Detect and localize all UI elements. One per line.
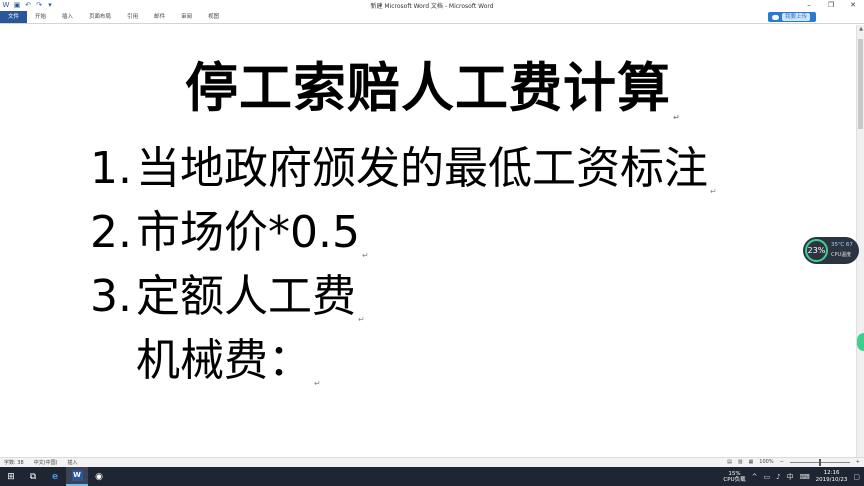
network-icon[interactable]: ▭: [763, 473, 770, 481]
minimize-icon[interactable]: –: [798, 0, 820, 11]
list-number: 2.: [90, 207, 132, 258]
list-text: 定额人工费: [136, 271, 356, 322]
window-title: 新建 Microsoft Word 文档 - Microsoft Word: [370, 3, 494, 10]
task-view-icon: ⧉: [29, 471, 37, 482]
paragraph-mark-icon: ↵: [361, 251, 369, 260]
word-taskbar-button[interactable]: W: [66, 467, 88, 486]
tab-home[interactable]: 开始: [27, 11, 54, 23]
cpu-temperature-widget[interactable]: 23% 35℃ 67 CPU温度: [803, 237, 859, 264]
clock-time: 12:16: [823, 469, 840, 476]
list-item[interactable]: 3.定额人工费 ↵: [90, 260, 365, 324]
scroll-thumb[interactable]: [858, 39, 863, 129]
cpu-load[interactable]: 15% CPU负载: [723, 471, 745, 483]
paragraph-mark-icon: ↵: [314, 379, 321, 388]
ribbon: 文件 开始 插入 页面布局 引用 邮件 审阅 视图 我要上传: [0, 11, 864, 24]
tray-overflow-icon[interactable]: ^: [752, 473, 758, 481]
paragraph-mark-icon: ↵: [358, 315, 365, 324]
web-layout-icon[interactable]: ▦: [749, 459, 754, 465]
close-icon[interactable]: ✕: [842, 0, 864, 11]
tab-mailings[interactable]: 邮件: [146, 11, 173, 23]
notification-icon[interactable]: ▢: [853, 473, 860, 481]
side-widget-tab[interactable]: [857, 333, 864, 351]
edge-button[interactable]: e: [44, 467, 66, 486]
list-text: 机械费：: [136, 335, 312, 386]
zoom-level[interactable]: 100%: [759, 459, 773, 465]
list-item[interactable]: 1.当地政府颁发的最低工资标注 ↵: [90, 132, 717, 196]
zoom-slider[interactable]: [789, 458, 850, 466]
full-screen-reading-icon[interactable]: ▥: [738, 459, 743, 465]
volume-icon[interactable]: ♪: [776, 473, 780, 481]
tab-insert[interactable]: 插入: [54, 11, 81, 23]
word-count[interactable]: 字数: 38: [4, 459, 24, 466]
cpu-usage-percent: 23%: [805, 239, 828, 262]
vertical-scrollbar[interactable]: ▲: [856, 25, 864, 457]
zoom-out-icon[interactable]: −: [780, 459, 784, 465]
print-layout-icon[interactable]: ▤: [727, 459, 732, 465]
windows-icon: ⊞: [7, 471, 15, 482]
tab-references[interactable]: 引用: [119, 11, 146, 23]
upload-button[interactable]: 我要上传: [768, 12, 816, 22]
zoom-in-icon[interactable]: +: [856, 459, 860, 465]
cpu-load-label: CPU负载: [723, 476, 746, 483]
list-number: 1.: [90, 143, 132, 194]
tab-review[interactable]: 审阅: [173, 11, 200, 23]
title-bar: W ▣ ↶ ↷ ▾ 新建 Microsoft Word 文档 - Microso…: [0, 0, 864, 11]
edge-icon: e: [51, 471, 59, 482]
cpu-temperature-label: CPU温度: [831, 252, 852, 258]
upload-label: 我要上传: [782, 13, 811, 21]
task-view-button[interactable]: ⧉: [22, 467, 44, 486]
tab-page-layout[interactable]: 页面布局: [81, 11, 119, 23]
list-item[interactable]: 2.市场价*0.5 ↵: [90, 196, 369, 260]
taskbar: ⊞ ⧉ e W ◉ 15% CPU负载 ^ ▭ ♪ 中 ⌨ 12:16 2019…: [0, 467, 864, 486]
recorder-button[interactable]: ◉: [88, 467, 110, 486]
status-bar: 字数: 38 中文(中国) 插入 ▤ ▥ ▦ 100% − +: [0, 457, 864, 467]
start-button[interactable]: ⊞: [0, 467, 22, 486]
window-controls: – ❐ ✕: [798, 0, 864, 11]
language-indicator[interactable]: 中文(中国): [34, 459, 58, 466]
cloud-icon: [772, 14, 779, 20]
paragraph-mark-icon: ↵: [673, 113, 681, 122]
list-number: 3.: [90, 271, 132, 322]
document-title[interactable]: 停工索赔人工费计算 ↵: [185, 46, 681, 122]
tab-file[interactable]: 文件: [0, 11, 28, 23]
clock-date: 2019/10/23: [815, 476, 848, 483]
camera-icon: ◉: [95, 471, 103, 482]
list-item[interactable]: 机械费： ↵: [136, 324, 321, 388]
input-method-icon[interactable]: ⌨: [800, 473, 810, 481]
ime-indicator[interactable]: 中: [787, 472, 794, 482]
insert-mode[interactable]: 插入: [68, 459, 78, 466]
cpu-temperature: 35℃ 67: [831, 242, 853, 248]
tab-view[interactable]: 视图: [200, 11, 227, 23]
restore-icon[interactable]: ❐: [820, 0, 842, 11]
word-icon: W: [71, 470, 83, 481]
list-text: 市场价*0.5: [136, 207, 360, 258]
ribbon-tabs: 文件 开始 插入 页面布局 引用 邮件 审阅 视图: [0, 11, 227, 23]
list-text: 当地政府颁发的最低工资标注: [136, 143, 708, 194]
paragraph-mark-icon: ↵: [710, 187, 717, 196]
scroll-up-icon[interactable]: ▲: [857, 25, 864, 33]
clock[interactable]: 12:16 2019/10/23: [816, 470, 848, 484]
